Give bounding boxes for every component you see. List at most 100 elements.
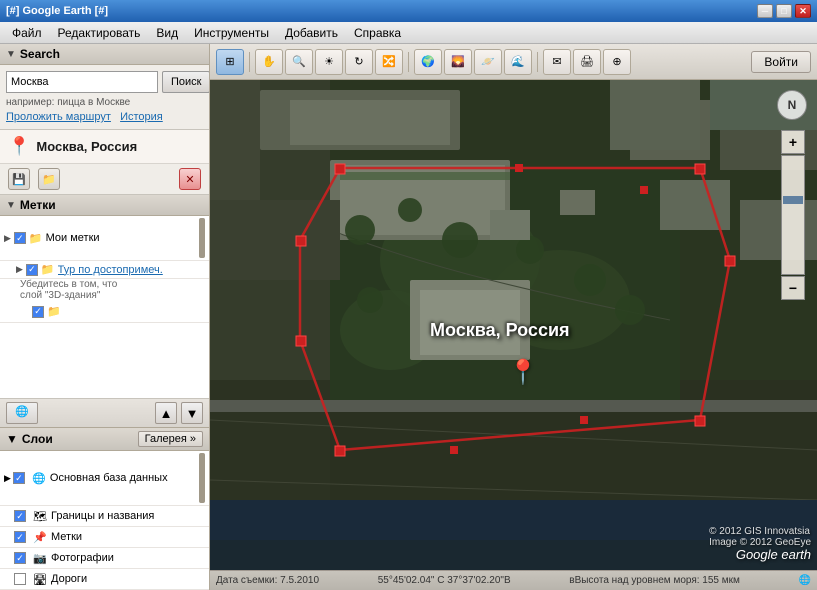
search-input[interactable] [6, 71, 158, 93]
menu-edit[interactable]: Редактировать [50, 24, 149, 42]
layers-header: ▼ Слои Галерея » [0, 428, 209, 451]
sidebar: ▼ Search Поиск например: пицца в Москве … [0, 44, 210, 590]
zoom-slider[interactable] [781, 155, 805, 275]
map-toolbar: ⊞ ✋ 🔍 ☀ ↻ 🔀 🌍 🌄 🪐 🌊 ✉ 🖨 ⊕ Войти [210, 44, 817, 80]
layer-item-3[interactable]: ✓ 📷 Фотографии [0, 548, 209, 569]
search-result-item[interactable]: 📍 Москва, Россия [0, 130, 209, 164]
folder-icon-button[interactable]: 📁 [38, 168, 60, 190]
zoom-controls: + − [781, 130, 805, 300]
map-tool-zoom-in[interactable]: 🔍 [285, 49, 313, 75]
search-arrow-icon: ▼ [6, 49, 16, 60]
toolbar-separator-2 [408, 52, 409, 72]
layer0-checkbox[interactable]: ✓ [13, 472, 25, 484]
menu-file[interactable]: Файл [4, 24, 50, 42]
status-date: Дата съемки: 7.5.2010 [216, 575, 319, 586]
nav-down-button[interactable]: ▼ [181, 402, 203, 424]
layer-item-1[interactable]: ✓ 🗺 Границы и названия [0, 506, 209, 527]
status-coords: 55°45'02.04" С 37°37'02.20"В [378, 575, 511, 586]
layer3-label: Фотографии [51, 552, 114, 564]
close-button[interactable]: ✕ [795, 4, 811, 18]
nav-up-button[interactable]: ▲ [155, 402, 177, 424]
history-link[interactable]: История [120, 111, 163, 123]
marks-item-tour[interactable]: ▶ ✓ 📁 Тур по достопримеч. [0, 261, 209, 279]
main-content: ▼ Search Поиск например: пицца в Москве … [0, 44, 817, 590]
marks-list: ▶ ✓ 📁 Мои метки ▶ ✓ 📁 Тур по достопримеч… [0, 216, 209, 398]
layers-scrollbar[interactable] [199, 453, 205, 503]
marks-item-mymarks[interactable]: ▶ ✓ 📁 Мои метки [0, 216, 209, 261]
map-tool-share[interactable]: ⊕ [603, 49, 631, 75]
window-title: [#] Google Earth [#] [6, 5, 108, 17]
mymarks-checkbox[interactable]: ✓ [14, 232, 26, 244]
search-area: Поиск например: пицца в Москве Проложить… [0, 65, 209, 130]
layer-item-2[interactable]: ✓ 📌 Метки [0, 527, 209, 548]
map-tool-rotate[interactable]: ↻ [345, 49, 373, 75]
menu-add[interactable]: Добавить [277, 24, 346, 42]
route-link[interactable]: Проложить маршрут [6, 111, 111, 123]
search-section-header[interactable]: ▼ Search [0, 44, 209, 65]
tour-checkbox[interactable]: ✓ [26, 264, 38, 276]
map-tool-sun[interactable]: ☀ [315, 49, 343, 75]
layer-item-4[interactable]: 🛣 Дороги [0, 569, 209, 590]
map-satellite-image [210, 80, 817, 570]
layer3-icon: 📷 [32, 550, 48, 566]
extra-checkbox[interactable]: ✓ [32, 306, 44, 318]
layer1-checkbox[interactable]: ✓ [14, 510, 26, 522]
zoom-thumb [783, 196, 803, 204]
map-tool-route[interactable]: 🔀 [375, 49, 403, 75]
search-links: Проложить маршрут История [6, 111, 203, 123]
layer-item-0[interactable]: ▶ ✓ 🌐 Основная база данных [0, 451, 209, 506]
minimize-button[interactable]: ─ [757, 4, 773, 18]
map-tool-earth[interactable]: 🌍 [414, 49, 442, 75]
tour-label: Тур по достопримеч. [58, 264, 205, 276]
marks-item-extra[interactable]: ✓ 📁 [0, 301, 209, 323]
login-button[interactable]: Войти [751, 51, 811, 73]
map-tool-sky[interactable]: 🌄 [444, 49, 472, 75]
google-earth-logo: Google earth [736, 547, 811, 562]
menu-bar: Файл Редактировать Вид Инструменты Добав… [0, 22, 817, 44]
map-tool-hand[interactable]: ✋ [255, 49, 283, 75]
zoom-out-button[interactable]: − [781, 276, 805, 300]
mymarks-label: Мои метки [46, 232, 197, 244]
search-button[interactable]: Поиск [162, 71, 210, 93]
status-icon: 🌐 [799, 575, 811, 586]
window-controls: ─ □ ✕ [757, 4, 811, 18]
map-tool-print[interactable]: 🖨 [573, 49, 601, 75]
globe-nav-button[interactable]: 🌐 [6, 402, 38, 424]
menu-tools[interactable]: Инструменты [186, 24, 277, 42]
save-icon-button[interactable]: 💾 [8, 168, 30, 190]
layer4-checkbox[interactable] [14, 573, 26, 585]
map-pin[interactable]: 📍 [508, 358, 538, 387]
menu-view[interactable]: Вид [148, 24, 186, 42]
status-elevation: вВысота над уровнем моря: 155 мкм [569, 575, 740, 586]
maximize-button[interactable]: □ [776, 4, 792, 18]
layer2-icon: 📌 [32, 529, 48, 545]
marks-title: Метки [20, 198, 56, 212]
layers-arrow-icon: ▼ [6, 432, 18, 446]
nav-buttons: 🌐 ▲ ▼ [0, 398, 209, 427]
layers-section: ▼ Слои Галерея » ▶ ✓ 🌐 Основная база дан… [0, 427, 209, 590]
map-viewport[interactable]: Москва, Россия 📍 N + − © 2012 GIS Innova… [210, 80, 817, 570]
search-hint: например: пицца в Москве [6, 97, 203, 108]
title-bar: [#] Google Earth [#] ─ □ ✕ [0, 0, 817, 22]
list-scrollbar[interactable] [199, 218, 205, 258]
close-icon-button[interactable]: ✕ [179, 168, 201, 190]
map-area: ⊞ ✋ 🔍 ☀ ↻ 🔀 🌍 🌄 🪐 🌊 ✉ 🖨 ⊕ Войти [210, 44, 817, 590]
north-label: N [788, 98, 797, 112]
map-tool-home[interactable]: ⊞ [216, 49, 244, 75]
marks-section-header[interactable]: ▼ Метки [0, 195, 209, 216]
pin-icon: 📍 [8, 136, 30, 157]
layer3-checkbox[interactable]: ✓ [14, 552, 26, 564]
zoom-in-button[interactable]: + [781, 130, 805, 154]
map-tool-ocean[interactable]: 🌊 [504, 49, 532, 75]
layer0-label: Основная база данных [50, 472, 168, 484]
map-tool-email[interactable]: ✉ [543, 49, 571, 75]
menu-help[interactable]: Справка [346, 24, 409, 42]
copyright-text: © 2012 GIS Innovatsia Image © 2012 GeoEy… [709, 526, 811, 548]
layer4-label: Дороги [51, 573, 87, 585]
toolbar-separator-3 [537, 52, 538, 72]
gallery-button[interactable]: Галерея » [138, 431, 203, 447]
layer2-checkbox[interactable]: ✓ [14, 531, 26, 543]
extra-folder-icon: 📁 [47, 305, 61, 318]
layer1-label: Границы и названия [51, 510, 154, 522]
map-tool-planet[interactable]: 🪐 [474, 49, 502, 75]
